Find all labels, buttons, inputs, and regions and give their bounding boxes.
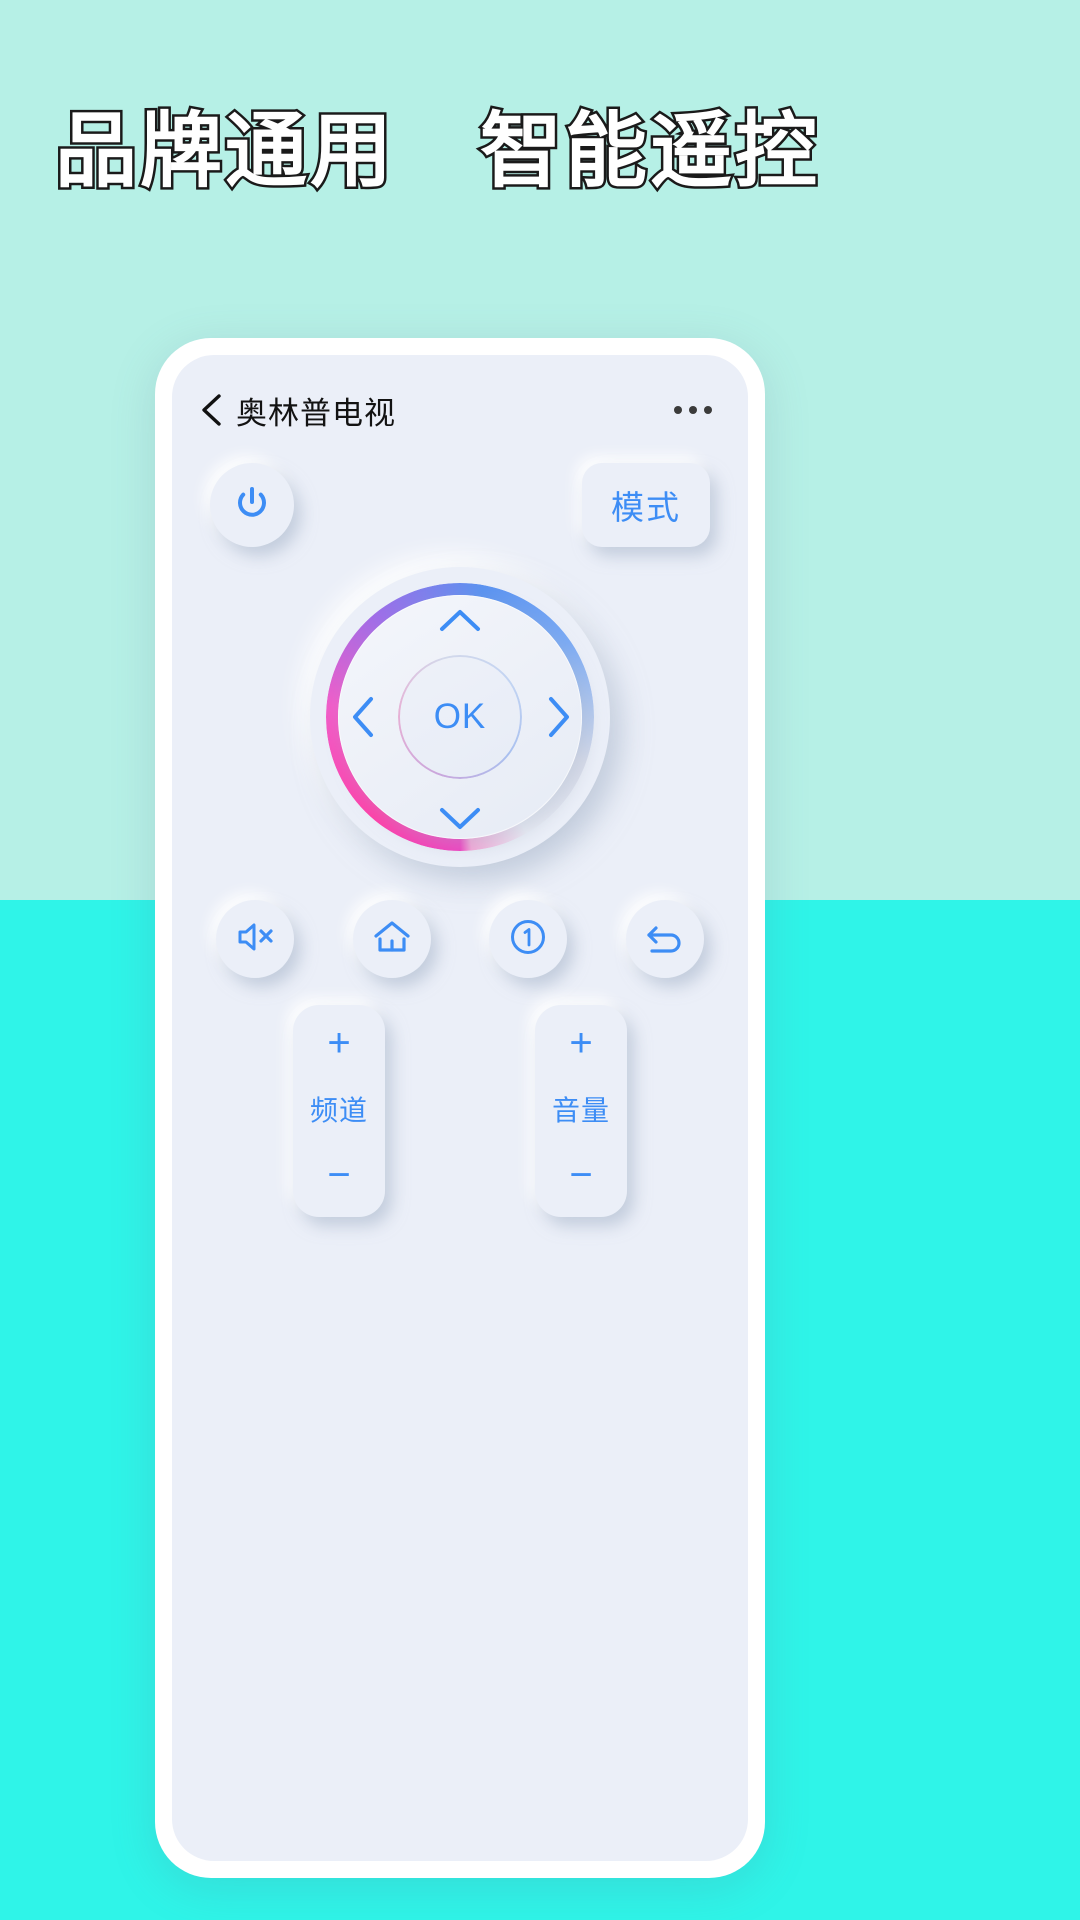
chevron-down-icon bbox=[440, 808, 480, 829]
channel-up-button[interactable]: + bbox=[327, 1023, 350, 1063]
source-button[interactable] bbox=[489, 900, 568, 978]
chevron-left-icon bbox=[353, 697, 373, 737]
channel-label: 频道 bbox=[309, 1095, 368, 1126]
channel-down-button[interactable]: − bbox=[327, 1155, 350, 1195]
dpad-control: OK bbox=[310, 567, 610, 867]
mode-button[interactable]: 模式 bbox=[582, 463, 710, 547]
dpad-left-button[interactable] bbox=[350, 695, 376, 739]
power-button[interactable] bbox=[210, 463, 294, 547]
channel-rocker[interactable]: + 频道 − bbox=[293, 1005, 385, 1217]
back-button[interactable] bbox=[625, 900, 704, 978]
dpad-up-button[interactable] bbox=[438, 607, 482, 633]
home-button[interactable] bbox=[352, 900, 431, 978]
power-icon bbox=[232, 483, 272, 528]
app-titlebar: 奥林普电视 bbox=[172, 375, 748, 445]
function-button-row bbox=[172, 900, 748, 978]
volume-down-button[interactable]: − bbox=[569, 1155, 592, 1195]
chevron-up-icon bbox=[440, 610, 480, 631]
screenshot-root: 品牌通用 智能遥控 奥林普电视 模式 OK + 频道 − + 音量 − bbox=[0, 0, 1080, 1920]
more-horizontal-icon[interactable] bbox=[668, 392, 718, 428]
undo-arrow-icon bbox=[644, 918, 686, 961]
chevron-right-icon bbox=[549, 697, 569, 737]
volume-label: 音量 bbox=[551, 1095, 610, 1126]
ok-button[interactable]: OK bbox=[398, 655, 522, 779]
home-icon bbox=[372, 918, 412, 961]
speaker-mute-icon bbox=[235, 919, 275, 960]
phone-mockup: 奥林普电视 模式 OK + 频道 − + 音量 − bbox=[155, 338, 765, 1878]
circled-one-icon bbox=[508, 917, 548, 962]
volume-up-button[interactable]: + bbox=[569, 1023, 592, 1063]
phone-screen: 奥林普电视 模式 OK + 频道 − + 音量 − bbox=[172, 355, 748, 1861]
mute-button[interactable] bbox=[216, 900, 294, 978]
chevron-left-icon[interactable] bbox=[194, 393, 228, 427]
rocker-row: + 频道 − + 音量 − bbox=[172, 1005, 748, 1217]
page-title: 奥林普电视 bbox=[236, 395, 396, 431]
dpad-right-button[interactable] bbox=[546, 695, 572, 739]
headline-text: 品牌通用 智能遥控 bbox=[52, 104, 821, 200]
volume-rocker[interactable]: + 音量 − bbox=[535, 1005, 627, 1217]
dpad-down-button[interactable] bbox=[438, 805, 482, 831]
